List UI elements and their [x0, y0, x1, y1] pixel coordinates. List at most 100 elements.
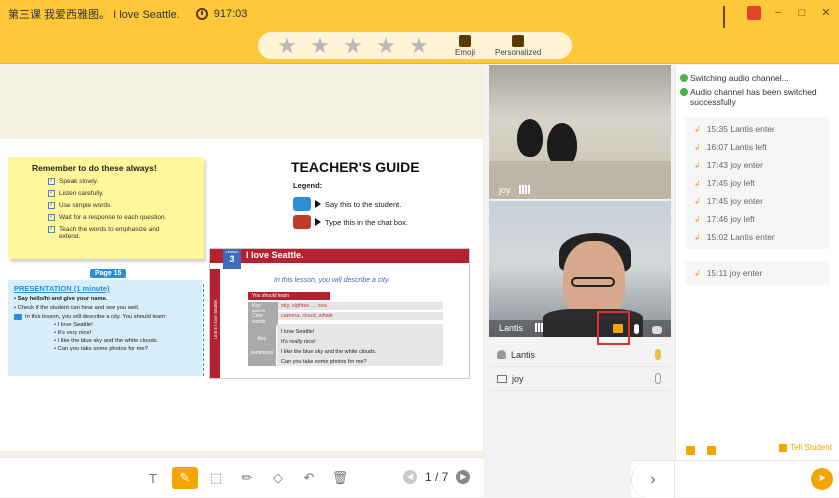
personalized-button[interactable]: Personalized — [495, 34, 542, 57]
enter-icon: ↲ — [694, 196, 701, 206]
key-sentences: I love Seattle! It's really nice! I like… — [277, 324, 443, 366]
title-bar: 第三课 我爱西雅图。 I love Seattle. 917:03 − □ ✕ — [0, 0, 839, 46]
screen-share-icon[interactable] — [747, 6, 761, 20]
check-icon: ✓ — [48, 178, 55, 185]
event-item: ↲ 17:43 joy enter — [694, 160, 763, 170]
system-message: Switching audio channel... — [676, 73, 839, 83]
undo-icon[interactable]: ↶ — [298, 467, 320, 489]
reminder-note: Remember to do these always! ✓ Speak slow… — [8, 157, 204, 259]
list-item: • Say hello/hi and give your name. — [14, 296, 108, 302]
lesson-band: I love Seattle. — [210, 249, 469, 263]
teacher-video[interactable]: Lantis — [489, 201, 671, 337]
delete-icon[interactable]: 🗑 — [329, 467, 351, 489]
maximize-icon[interactable]: □ — [795, 6, 809, 20]
tell-student-button[interactable]: Tell Student — [779, 443, 832, 452]
expand-icon[interactable]: › — [631, 461, 675, 498]
video-object — [517, 119, 543, 157]
success-icon — [680, 74, 688, 82]
leave-icon: ↲ — [694, 178, 701, 188]
key-words: sky, sightse…, sea — [278, 302, 443, 310]
event-log: ↲ 15:35 Lantis enter ↲ 16:07 Lantis left ↲… — [686, 117, 829, 249]
emoji-button[interactable]: Emoji — [455, 34, 476, 57]
list-item: In this lesson, you will describe a city… — [14, 314, 196, 320]
signal-icon[interactable] — [723, 6, 737, 46]
rating-toolbar: ★ ★ ★ ★ ★ Emoji Personalized — [0, 28, 839, 64]
pen-tool-icon[interactable]: ✎ — [172, 467, 198, 489]
lesson-intro: In this lesson, you will describe a city… — [274, 277, 390, 284]
event-item: ↲ 15:02 Lantis enter — [694, 232, 775, 242]
keyboard-icon — [293, 215, 311, 229]
audio-level-icon — [519, 185, 530, 194]
play-icon — [315, 200, 321, 208]
window-controls: − □ ✕ — [723, 6, 833, 46]
mic-icon[interactable] — [634, 324, 639, 334]
mic-icon[interactable] — [655, 373, 661, 384]
presentation-list: • Say hello/hi and give your name. • Che… — [14, 296, 196, 352]
prev-page-icon[interactable]: ◀ — [403, 470, 417, 484]
pager: ◀ 1 / 7 ▶ — [403, 470, 471, 484]
enter-icon: ↲ — [694, 124, 701, 134]
class-timer: 917:03 — [213, 8, 248, 20]
next-page-icon[interactable]: ▶ — [456, 470, 471, 484]
personalized-label: Personalized — [495, 47, 542, 57]
lesson-number-tab: Lesson 3 — [223, 249, 241, 269]
participant-row[interactable]: joy — [489, 367, 671, 391]
emoji-label: Emoji — [455, 47, 476, 57]
star-icon[interactable]: ★ — [276, 34, 298, 56]
list-item: • I love Seattle! — [54, 322, 93, 328]
system-message: Audio channel has been switched successf… — [676, 87, 839, 107]
enter-icon: ↲ — [694, 160, 701, 170]
video-panel: joy Lantis Lantis joy — [489, 65, 671, 497]
should-learn-label: You should learn — [248, 292, 330, 300]
participant-name: Lantis — [511, 349, 536, 360]
student-video-name: joy — [499, 185, 511, 195]
eraser-tool-icon[interactable]: ◇ — [267, 467, 289, 489]
event-item: ↲ 15:11 joy enter — [694, 268, 763, 278]
checklist-item: ✓ Use simple words. — [48, 202, 113, 209]
presentation-heading: PRESENTATION (1 minute) — [14, 284, 110, 293]
grid-icon[interactable] — [652, 326, 662, 334]
drawing-toolbar: T ✎ ⬚ ✏ ◇ ↶ 🗑 ◀ 1 / 7 ▶ — [0, 457, 484, 497]
highlight-box — [597, 311, 630, 345]
guide-title: TEACHER'S GUIDE — [291, 159, 420, 175]
chat-input-bar[interactable]: › ➤ — [631, 460, 839, 498]
marker-tool-icon[interactable]: ✏ — [236, 467, 258, 489]
star-icon[interactable]: ★ — [375, 34, 397, 56]
participant-row[interactable]: Lantis — [489, 343, 671, 367]
speech-icon — [293, 197, 311, 211]
page-badge: Page 15 — [90, 269, 127, 278]
star-icon[interactable]: ★ — [342, 34, 364, 56]
unit-label: Unit 6 I love Seattle. — [213, 298, 218, 339]
participant-name: joy — [512, 373, 524, 384]
student-video[interactable]: joy — [489, 65, 671, 199]
minimize-icon[interactable]: − — [771, 6, 785, 20]
image-icon[interactable] — [686, 445, 695, 455]
lesson-title: I love Seattle. — [246, 250, 304, 260]
chat-panel: Switching audio channel... Audio channel… — [631, 65, 839, 498]
audio-level-icon — [535, 323, 543, 332]
leave-icon: ↲ — [694, 142, 701, 152]
check-icon: ✓ — [48, 202, 55, 209]
chat-icon — [14, 314, 22, 320]
crop-icon[interactable] — [707, 445, 716, 455]
video-desk — [489, 161, 671, 199]
checklist-item: ✓ Wait for a response to each question. — [48, 214, 167, 221]
mic-icon[interactable] — [655, 349, 661, 360]
leave-icon: ↲ — [694, 214, 701, 224]
star-icon[interactable]: ★ — [408, 34, 430, 56]
close-icon[interactable]: ✕ — [819, 6, 833, 20]
star-icon[interactable]: ★ — [309, 34, 331, 56]
send-icon[interactable]: ➤ — [811, 468, 833, 490]
legend-row: Say this to the student. — [293, 197, 401, 211]
success-icon — [680, 88, 688, 96]
enter-icon: ↲ — [694, 232, 701, 242]
reminder-title: Remember to do these always! — [32, 163, 157, 173]
whiteboard[interactable]: Remember to do these always! ✓ Speak slow… — [0, 65, 484, 457]
teacher-icon — [497, 350, 506, 359]
lesson-page[interactable]: Remember to do these always! ✓ Speak slow… — [0, 139, 483, 451]
window-title: 第三课 我爱西雅图。 I love Seattle. — [8, 9, 180, 21]
select-tool-icon[interactable]: ⬚ — [205, 467, 227, 489]
presentation-box: PRESENTATION (1 minute) • Say hello/hi a… — [8, 280, 202, 376]
text-tool-icon[interactable]: T — [142, 467, 164, 489]
list-item: • I like the blue sky and the white clou… — [54, 338, 159, 344]
